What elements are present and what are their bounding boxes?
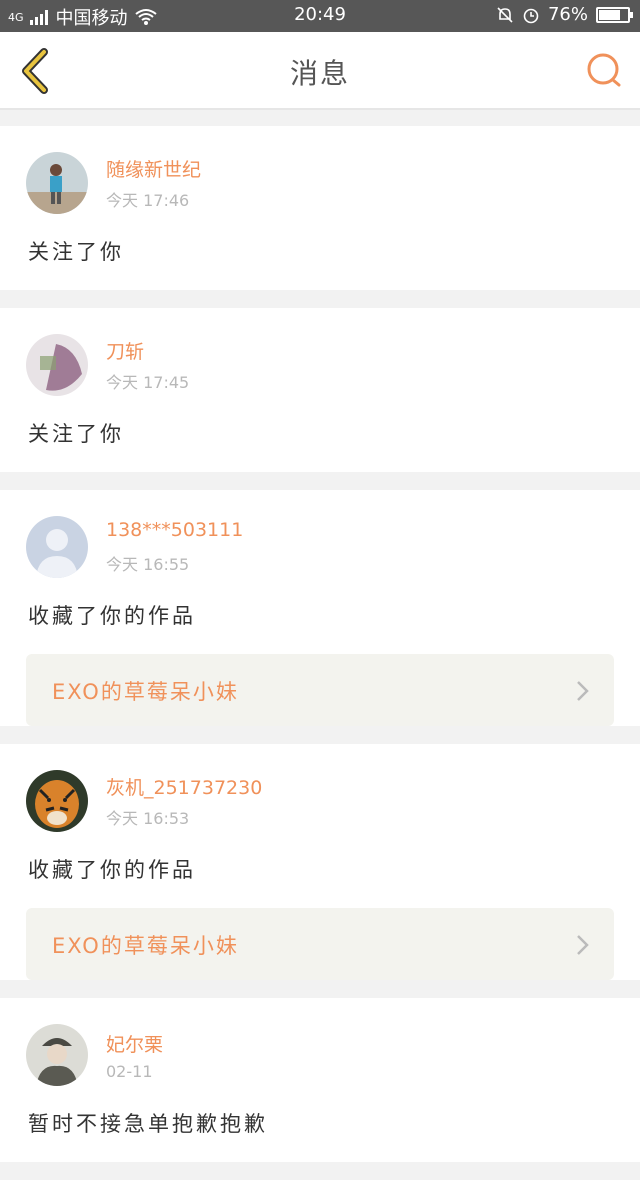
message-text: 收藏了你的作品 <box>28 858 196 882</box>
message-card[interactable]: 妃尔栗 02-11 暂时不接急单抱歉抱歉 <box>0 998 640 1162</box>
user-name[interactable]: 刀斩 <box>106 337 189 365</box>
avatar[interactable] <box>26 152 88 214</box>
status-right: 76% <box>496 4 633 25</box>
battery-icon <box>596 6 633 23</box>
avatar[interactable] <box>26 770 88 832</box>
avatar[interactable] <box>26 1024 88 1086</box>
message-text: 关注了你 <box>28 240 124 264</box>
message-time: 02-11 <box>106 1061 153 1081</box>
message-card[interactable]: 刀斩 今天 17:45 关注了你 <box>0 308 640 472</box>
message-time: 今天 16:53 <box>106 809 190 828</box>
chevron-right-icon <box>577 681 589 701</box>
battery-label: 76% <box>547 4 588 25</box>
user-name[interactable]: 随缘新世纪 <box>106 155 201 183</box>
message-text: 关注了你 <box>28 422 124 446</box>
message-time: 今天 16:55 <box>106 555 190 574</box>
user-name[interactable]: 妃尔栗 <box>106 1030 163 1058</box>
message-time: 今天 17:45 <box>106 373 190 392</box>
chevron-right-icon <box>577 935 589 955</box>
user-name[interactable]: 灰机_251737230 <box>106 773 262 801</box>
work-title: EXO的草莓呆小妹 <box>52 934 239 958</box>
alarm-icon <box>523 8 539 23</box>
page-title: 消息 <box>289 57 350 90</box>
message-time: 今天 17:46 <box>106 191 190 210</box>
message-card[interactable]: 随缘新世纪 今天 17:46 关注了你 <box>0 126 640 290</box>
message-text: 暂时不接急单抱歉抱歉 <box>28 1112 268 1136</box>
work-title: EXO的草莓呆小妹 <box>52 680 239 704</box>
work-link[interactable]: EXO的草莓呆小妹 <box>26 654 614 726</box>
header: 消息 <box>0 32 640 110</box>
message-list: 随缘新世纪 今天 17:46 关注了你 刀斩 今天 17:45 关注了你 138… <box>0 126 640 1180</box>
message-card[interactable]: 138***503111 今天 16:55 收藏了你的作品 EXO的草莓呆小妹 <box>0 490 640 726</box>
work-link[interactable]: EXO的草莓呆小妹 <box>26 908 614 980</box>
status-bar: 4G 中国移动 20:49 76% <box>0 0 640 32</box>
user-name[interactable]: 138***503111 <box>106 519 243 547</box>
avatar[interactable] <box>26 334 88 396</box>
search-icon[interactable] <box>584 50 624 90</box>
message-card[interactable]: 灰机_251737230 今天 16:53 收藏了你的作品 EXO的草莓呆小妹 <box>0 744 640 980</box>
message-text: 收藏了你的作品 <box>28 604 196 628</box>
mute-bell-icon <box>497 6 513 23</box>
default-avatar-icon[interactable] <box>26 516 88 578</box>
